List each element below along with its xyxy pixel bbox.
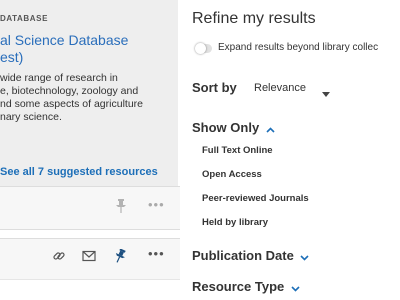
pin-icon[interactable] [114, 248, 126, 268]
filter-full-text-online[interactable]: Full Text Online [202, 145, 273, 156]
resource-type-tag: DATABASE [0, 14, 49, 23]
resource-title-line[interactable]: al Science Database [0, 32, 180, 49]
pin-icon[interactable] [116, 199, 126, 218]
sort-by-label: Sort by [192, 80, 237, 95]
suggested-resource-card: DATABASE al Science Database est) wide r… [0, 0, 178, 190]
resource-description: wide range of research in e, biotechnolo… [0, 72, 178, 124]
description-line: wide range of research in [0, 72, 118, 84]
show-only-header[interactable]: Show Only [192, 120, 275, 136]
filter-peer-reviewed[interactable]: Peer-reviewed Journals [202, 193, 309, 204]
publication-date-header[interactable]: Publication Date [192, 248, 310, 264]
expand-results-toggle[interactable] [195, 43, 212, 54]
more-options-icon[interactable]: ••• [148, 246, 165, 261]
toggle-knob[interactable] [195, 43, 206, 54]
chevron-down-icon[interactable] [291, 280, 300, 295]
more-options-icon[interactable]: ••• [148, 197, 165, 212]
resource-title-link[interactable]: al Science Database est) [0, 32, 180, 66]
link-icon[interactable] [52, 249, 66, 268]
email-icon[interactable] [82, 249, 96, 267]
resource-type-label[interactable]: Resource Type [192, 279, 284, 294]
sort-select[interactable]: Relevance [254, 82, 306, 94]
refine-title: Refine my results [192, 10, 316, 27]
resource-type-header[interactable]: Resource Type [192, 279, 300, 295]
filter-held-by-library[interactable]: Held by library [202, 217, 268, 228]
chevron-down-icon[interactable] [300, 249, 310, 264]
filter-open-access[interactable]: Open Access [202, 169, 262, 180]
refine-panel: Refine my results Expand results beyond … [182, 0, 400, 300]
chevron-up-icon[interactable] [266, 121, 275, 136]
result-actions-row: ••• [0, 186, 180, 230]
see-all-suggested-link[interactable]: See all 7 suggested resources [0, 166, 158, 178]
results-column: DATABASE al Science Database est) wide r… [0, 0, 180, 300]
description-line: nary science. [0, 111, 62, 123]
publication-date-label[interactable]: Publication Date [192, 248, 294, 263]
caret-down-icon[interactable] [322, 84, 330, 102]
resource-title-line[interactable]: est) [0, 49, 180, 66]
description-line: nd some aspects of agriculture [0, 98, 143, 110]
description-line: e, biotechnology, zoology and [0, 85, 139, 97]
expand-results-label[interactable]: Expand results beyond library collec [218, 42, 378, 53]
result-actions-row: ••• [0, 238, 180, 280]
show-only-label[interactable]: Show Only [192, 120, 259, 135]
